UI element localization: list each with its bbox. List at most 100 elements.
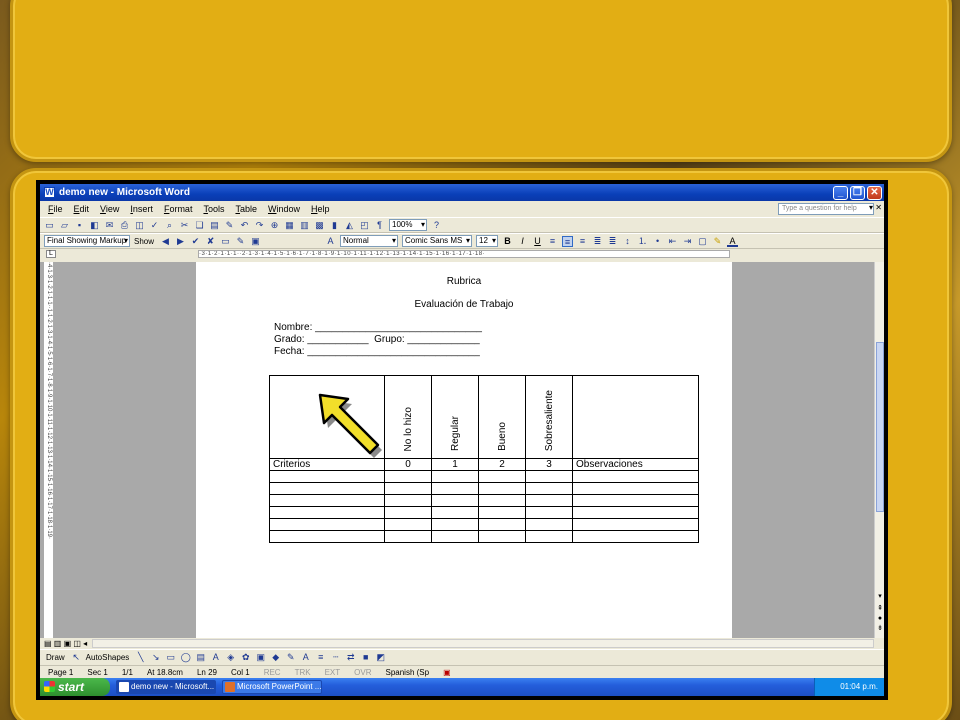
table-cell[interactable] — [431, 518, 479, 531]
scroll-thumb[interactable] — [876, 342, 884, 512]
arrow-icon[interactable]: ↘ — [150, 652, 161, 663]
style-select[interactable]: Normal — [340, 235, 399, 247]
cut-icon[interactable]: ✂ — [179, 220, 190, 231]
font-color-icon[interactable]: A — [727, 236, 739, 247]
rectangle-icon[interactable]: ▭ — [165, 652, 176, 663]
table-cell[interactable] — [269, 482, 385, 495]
table-cell[interactable] — [431, 506, 479, 519]
border-icon[interactable]: ▢ — [697, 236, 708, 247]
dash-style-icon[interactable]: ┄ — [330, 652, 341, 663]
help-close-icon[interactable]: ▾ ✕ — [869, 203, 882, 212]
3d-icon[interactable]: ◩ — [375, 652, 386, 663]
zoom-select[interactable]: 100% — [389, 219, 427, 231]
new-document-icon[interactable]: ▭ — [44, 220, 55, 231]
table-cell[interactable] — [478, 530, 526, 543]
menu-window[interactable]: Window — [268, 204, 300, 214]
status-ovr[interactable]: OVR — [354, 668, 371, 677]
fill-color-icon[interactable]: ◆ — [270, 652, 281, 663]
hyperlink-icon[interactable]: ⊕ — [269, 220, 280, 231]
table-cell[interactable] — [478, 506, 526, 519]
table-cell[interactable] — [478, 518, 526, 531]
cell-score-3[interactable]: 3 — [525, 458, 573, 471]
table-header-cell[interactable]: Bueno — [478, 375, 526, 459]
start-button[interactable]: start — [40, 678, 110, 696]
format-painter-icon[interactable]: ✎ — [224, 220, 235, 231]
table-cell[interactable] — [384, 470, 432, 483]
markup-mode-select[interactable]: Final Showing Markup — [44, 235, 130, 247]
menu-help[interactable]: Help — [311, 204, 330, 214]
table-header-cell[interactable]: Regular — [431, 375, 479, 459]
clock[interactable]: 01:04 p.m. — [840, 682, 878, 691]
table-cell[interactable] — [478, 470, 526, 483]
table-cell[interactable] — [431, 482, 479, 495]
picture-icon[interactable]: ▣ — [255, 652, 266, 663]
draw-font-color-icon[interactable]: A — [300, 652, 311, 663]
reject-change-icon[interactable]: ✘ — [205, 236, 216, 247]
paste-icon[interactable]: ▤ — [209, 220, 220, 231]
minimize-icon[interactable]: _ — [833, 185, 848, 200]
status-trk[interactable]: TRK — [295, 668, 311, 677]
menu-edit[interactable]: Edit — [74, 204, 90, 214]
close-icon[interactable]: ✕ — [867, 185, 882, 200]
document-page[interactable]: Rubrica Evaluación de Trabajo Nombre: __… — [196, 262, 732, 638]
clip-art-icon[interactable]: ✿ — [240, 652, 251, 663]
view-buttons[interactable]: ▤ ▥ ▣ ◫ ◂ — [44, 639, 87, 648]
research-icon[interactable]: ⌕ — [164, 220, 175, 231]
track-changes-icon[interactable]: ✎ — [235, 236, 246, 247]
table-cell[interactable] — [478, 482, 526, 495]
ruler-scale[interactable]: ·3·1·2·1·1·1··2·1·3·1·4·1·5·1·6·1·7·1·8·… — [198, 250, 730, 258]
tables-borders-icon[interactable]: ▦ — [284, 220, 295, 231]
table-cell[interactable] — [269, 518, 385, 531]
draw-menu-button[interactable]: Draw — [46, 653, 65, 662]
table-cell[interactable] — [384, 482, 432, 495]
styles-icon[interactable]: A — [325, 236, 336, 247]
numbering-icon[interactable]: ⒈ — [637, 236, 648, 247]
align-left-icon[interactable]: ≡ — [547, 236, 558, 247]
columns-icon[interactable]: ▮ — [329, 220, 340, 231]
menu-view[interactable]: View — [100, 204, 119, 214]
accept-change-icon[interactable]: ✔ — [190, 236, 201, 247]
table-cell-empty[interactable] — [572, 375, 699, 459]
help-search-input[interactable]: Type a question for help — [778, 203, 874, 215]
table-cell[interactable] — [269, 494, 385, 507]
bullets-icon[interactable]: • — [652, 236, 663, 247]
tab-selector-icon[interactable]: L — [46, 250, 56, 258]
oval-icon[interactable]: ◯ — [180, 652, 191, 663]
table-cell[interactable] — [384, 506, 432, 519]
redo-icon[interactable]: ↷ — [254, 220, 265, 231]
line-spacing-icon[interactable]: ↕ — [622, 236, 633, 247]
help-icon[interactable]: ? — [431, 220, 442, 231]
arrow-style-icon[interactable]: ⇄ — [345, 652, 356, 663]
select-objects-icon[interactable]: ↖ — [71, 652, 82, 663]
table-cell[interactable] — [572, 530, 699, 543]
cell-score-2[interactable]: 2 — [478, 458, 526, 471]
line-icon[interactable]: ╲ — [135, 652, 146, 663]
table-header-cell[interactable]: Sobresaliente — [525, 375, 573, 459]
table-cell[interactable] — [572, 470, 699, 483]
table-cell[interactable] — [525, 518, 573, 531]
previous-change-icon[interactable]: ◀ — [160, 236, 171, 247]
next-page-icon[interactable]: ⇟ — [875, 624, 884, 634]
scroll-down-icon[interactable]: ▾ — [875, 592, 884, 602]
text-box-icon[interactable]: ▤ — [195, 652, 206, 663]
show-hide-icon[interactable]: ¶ — [374, 220, 385, 231]
table-cell[interactable] — [572, 518, 699, 531]
permission-icon[interactable]: ◧ — [89, 220, 100, 231]
spelling-icon[interactable]: ✓ — [149, 220, 160, 231]
align-right-icon[interactable]: ≡ — [577, 236, 588, 247]
table-cell[interactable] — [572, 482, 699, 495]
copy-icon[interactable]: ❏ — [194, 220, 205, 231]
cell-observaciones[interactable]: Observaciones — [572, 458, 699, 471]
reviewing-pane-icon[interactable]: ▣ — [250, 236, 261, 247]
table-cell[interactable] — [431, 530, 479, 543]
line-color-icon[interactable]: ✎ — [285, 652, 296, 663]
cell-score-1[interactable]: 1 — [431, 458, 479, 471]
select-browse-icon[interactable]: ● — [875, 614, 884, 624]
table-cell[interactable] — [269, 506, 385, 519]
insert-table-icon[interactable]: ▥ — [299, 220, 310, 231]
insert-comment-icon[interactable]: ▭ — [220, 236, 231, 247]
insert-excel-icon[interactable]: ▩ — [314, 220, 325, 231]
font-size-select[interactable]: 12 — [476, 235, 499, 247]
title-bar[interactable]: W demo new - Microsoft Word _ ❐ ✕ — [40, 184, 884, 201]
restore-icon[interactable]: ❐ — [850, 185, 865, 200]
